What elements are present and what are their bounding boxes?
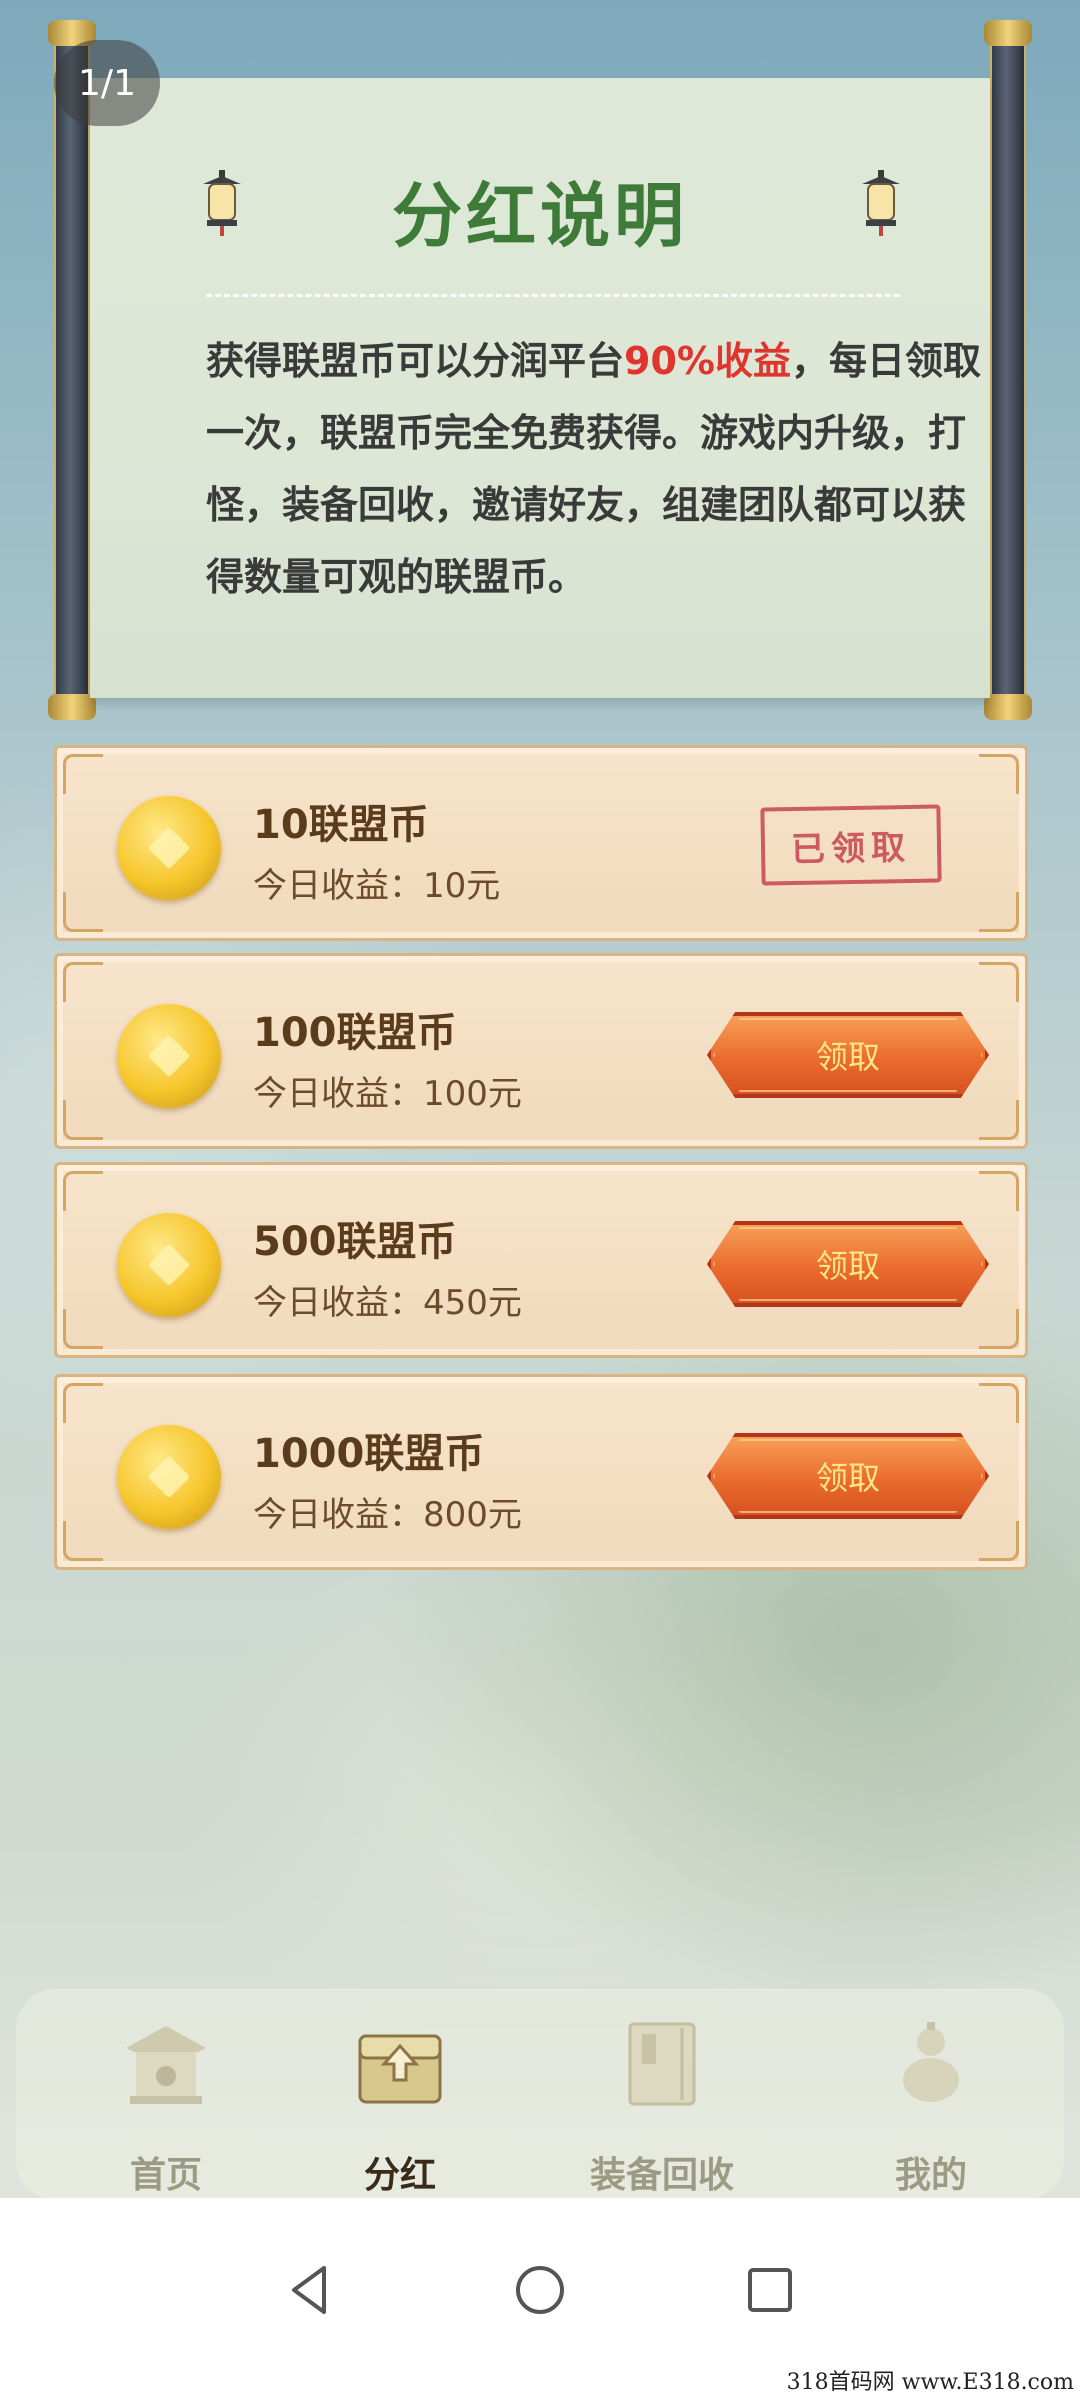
page-counter: 1/1 (54, 40, 160, 126)
desc-text: 获得联盟币可以分润平台 (206, 339, 625, 383)
scroll-rod-left (48, 20, 96, 720)
tab-label: 首页 (129, 2155, 202, 2196)
reward-card-100: 100联盟币 今日收益：100元 领取 (54, 953, 1028, 1149)
tab-dividend[interactable]: 分红 (300, 2000, 500, 2200)
tab-label: 装备回收 (589, 2155, 734, 2196)
reward-title: 10联盟币 (253, 802, 429, 848)
tab-equipment-recycle[interactable]: 装备回收 (562, 2000, 762, 2200)
reward-title: 100联盟币 (253, 1010, 457, 1056)
dashed-divider (206, 294, 900, 297)
recents-icon[interactable] (740, 2260, 800, 2320)
tab-label: 我的 (894, 2155, 967, 2196)
gourd-icon (903, 2022, 959, 2102)
reward-card-500: 500联盟币 今日收益：450元 领取 (54, 1162, 1028, 1358)
reward-card-1000: 1000联盟币 今日收益：800元 领取 (54, 1374, 1028, 1570)
claimed-stamp: 已领取 (760, 804, 942, 886)
desc-highlight: 90%收益 (624, 339, 791, 383)
reward-earnings: 今日收益：10元 (253, 866, 501, 906)
scroll-title: 分红说明 (392, 175, 688, 257)
claim-button[interactable]: 领取 (707, 1433, 989, 1519)
coin-icon (117, 796, 221, 900)
coin-icon (117, 1213, 221, 1317)
reward-earnings: 今日收益：100元 (253, 1074, 522, 1114)
claim-button[interactable]: 领取 (707, 1221, 989, 1307)
dividend-description: 获得联盟币可以分润平台90%收益，每日领取一次，联盟币完全免费获得。游戏内升级，… (206, 325, 986, 613)
coin-icon (117, 1425, 221, 1529)
reward-card-10: 10联盟币 今日收益：10元 已领取 (54, 745, 1028, 941)
home-icon[interactable] (510, 2260, 570, 2320)
bottom-tab-bar: 首页 分红 装备回收 我的 (16, 1990, 1064, 2200)
reward-title: 500联盟币 (253, 1219, 457, 1265)
reward-earnings: 今日收益：800元 (253, 1495, 522, 1535)
dividend-notice-scroll: 分红说明 获得联盟币可以分润平台90%收益，每日领取一次，联盟币完全免费获得。游… (48, 20, 1032, 720)
reward-title: 1000联盟币 (253, 1431, 485, 1477)
temple-icon (126, 2026, 206, 2104)
claim-button[interactable]: 领取 (707, 1012, 989, 1098)
reward-earnings: 今日收益：450元 (253, 1283, 522, 1323)
tab-mine[interactable]: 我的 (831, 2000, 1031, 2200)
watermark: 318首码网 www.E318.com (786, 2370, 1074, 2395)
scroll-rod-right (984, 20, 1032, 720)
coin-icon (117, 1004, 221, 1108)
back-icon[interactable] (280, 2260, 340, 2320)
treasure-chest-icon (358, 2034, 442, 2104)
book-icon (628, 2022, 696, 2106)
tab-label: 分红 (363, 2155, 436, 2196)
system-navigation-bar: 318首码网 www.E318.com (0, 2198, 1080, 2400)
tab-home[interactable]: 首页 (66, 2000, 266, 2200)
